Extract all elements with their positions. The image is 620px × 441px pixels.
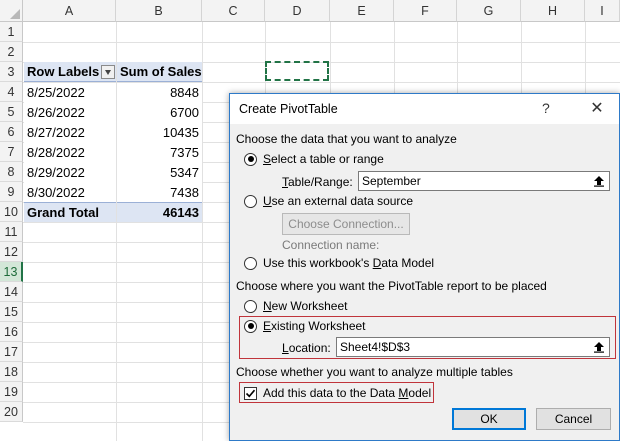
table-range-value: September (362, 174, 421, 188)
column-header-d[interactable]: D (265, 0, 330, 22)
pivot-row-label[interactable]: 8/25/2022 (24, 83, 116, 103)
row-header-1[interactable]: 1 (0, 22, 23, 43)
location-input[interactable]: Sheet4!$D$3 (336, 337, 610, 357)
row-header-14[interactable]: 14 (0, 282, 23, 303)
section-multiple-tables-label: Choose whether you want to analyze multi… (236, 365, 513, 379)
radio-unselected-icon (244, 194, 257, 208)
row-header-16[interactable]: 16 (0, 322, 23, 343)
row-header-10[interactable]: 10 (0, 202, 23, 223)
column-header-e[interactable]: E (330, 0, 394, 22)
pivot-row-labels-text: Row Labels (27, 64, 100, 79)
pivot-row-value[interactable]: 8848 (117, 83, 202, 103)
pivot-row-label[interactable]: 8/26/2022 (24, 103, 116, 123)
checkbox-checked-icon (244, 386, 257, 400)
checkbox-add-to-data-model-label: Add this data to the Data Model (263, 386, 432, 400)
row-header-8[interactable]: 8 (0, 162, 23, 183)
row-header-20[interactable]: 20 (0, 402, 23, 423)
row-header-6[interactable]: 6 (0, 122, 23, 143)
row-header-15[interactable]: 15 (0, 302, 23, 323)
column-header-b[interactable]: B (116, 0, 202, 22)
pivot-row-label[interactable]: 8/28/2022 (24, 143, 116, 163)
pivot-row-label[interactable]: 8/30/2022 (24, 183, 116, 203)
row-header-4[interactable]: 4 (0, 82, 23, 103)
row-header-13-active[interactable]: 13 (0, 262, 23, 283)
radio-selected-icon (244, 319, 257, 333)
radio-external-source[interactable]: Use an external data source (244, 194, 413, 208)
pivot-row-label[interactable]: 8/29/2022 (24, 163, 116, 183)
location-value: Sheet4!$D$3 (340, 340, 411, 354)
range-collapse-icon[interactable] (587, 172, 609, 190)
pivot-row-value[interactable]: 6700 (117, 103, 202, 123)
radio-unselected-icon (244, 299, 257, 313)
column-header-f[interactable]: F (394, 0, 457, 22)
dialog-title: Create PivotTable (239, 102, 338, 116)
table-range-input[interactable]: September (358, 171, 610, 191)
row-header-11[interactable]: 11 (0, 222, 23, 243)
pivot-grand-total-value[interactable]: 46143 (117, 202, 202, 222)
column-header-h[interactable]: H (521, 0, 585, 22)
radio-workbook-data-model[interactable]: Use this workbook's Data Model (244, 256, 434, 270)
row-header-9[interactable]: 9 (0, 182, 23, 203)
dialog-titlebar[interactable]: Create PivotTable ? ✕ (230, 94, 619, 124)
radio-select-table-range[interactable]: Select a table or range (244, 152, 384, 166)
pivot-row-value[interactable]: 7375 (117, 143, 202, 163)
radio-external-source-label: Use an external data source (263, 194, 414, 208)
pivot-row-value[interactable]: 7438 (117, 183, 202, 203)
select-all-corner[interactable] (0, 0, 23, 22)
section-analyze-label: Choose the data that you want to analyze (236, 132, 457, 146)
pivot-row-labels-header[interactable]: Row Labels (24, 62, 116, 82)
create-pivottable-dialog: Create PivotTable ? ✕ Choose the data th… (229, 93, 620, 441)
help-icon[interactable]: ? (542, 100, 550, 116)
cancel-button[interactable]: Cancel (536, 408, 611, 430)
radio-existing-worksheet[interactable]: Existing Worksheet (244, 319, 366, 333)
row-header-12[interactable]: 12 (0, 242, 23, 263)
radio-existing-worksheet-label: Existing Worksheet (263, 319, 366, 333)
pivot-row-value[interactable]: 5347 (117, 163, 202, 183)
radio-unselected-icon (244, 256, 257, 270)
range-collapse-icon[interactable] (587, 338, 609, 356)
row-header-17[interactable]: 17 (0, 342, 23, 363)
radio-new-worksheet[interactable]: New Worksheet (244, 299, 347, 313)
row-header-3[interactable]: 3 (0, 62, 23, 83)
column-header-c[interactable]: C (202, 0, 265, 22)
cell-d3-marquee[interactable] (265, 61, 329, 81)
table-range-label: Table/Range: (282, 175, 353, 189)
close-icon[interactable]: ✕ (584, 97, 610, 119)
row-header-7[interactable]: 7 (0, 142, 23, 163)
pivot-row-label[interactable]: 8/27/2022 (24, 123, 116, 143)
section-placement-label: Choose where you want the PivotTable rep… (236, 279, 547, 293)
choose-connection-button[interactable]: Choose Connection... (282, 213, 410, 235)
radio-selected-icon (244, 152, 257, 166)
row-header-5[interactable]: 5 (0, 102, 23, 123)
row-header-19[interactable]: 19 (0, 382, 23, 403)
checkbox-add-to-data-model[interactable]: Add this data to the Data Model (244, 386, 431, 400)
connection-name-label: Connection name: (282, 238, 380, 252)
row-header-18[interactable]: 18 (0, 362, 23, 383)
pivot-grand-total-label[interactable]: Grand Total (24, 202, 116, 222)
pivot-sum-of-sales-header[interactable]: Sum of Sales (117, 62, 202, 82)
radio-workbook-data-model-label: Use this workbook's Data Model (263, 256, 435, 270)
column-header-g[interactable]: G (457, 0, 521, 22)
row-header-2[interactable]: 2 (0, 42, 23, 63)
column-header-a[interactable]: A (23, 0, 116, 22)
location-label: Location: (282, 341, 331, 355)
radio-new-worksheet-label: New Worksheet (263, 299, 348, 313)
filter-dropdown-icon[interactable] (101, 64, 116, 79)
pivot-row-value[interactable]: 10435 (117, 123, 202, 143)
ok-button[interactable]: OK (452, 408, 526, 430)
column-header-i[interactable]: I (585, 0, 620, 22)
radio-select-table-range-label: Select a table or range (263, 152, 384, 166)
